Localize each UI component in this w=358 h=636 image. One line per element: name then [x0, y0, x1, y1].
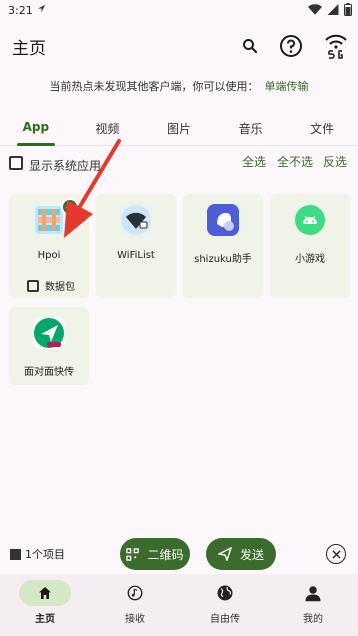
nav-free-transfer-label: 自由传	[210, 614, 240, 625]
nav-receive[interactable]: 接收	[90, 580, 180, 625]
send-label: 发送	[239, 547, 264, 562]
nav-profile[interactable]: 我的	[268, 580, 358, 625]
send-icon	[217, 547, 232, 561]
selected-count-label: 1个项目	[25, 548, 65, 561]
nav-home-label: 主页	[35, 614, 55, 625]
person-icon	[305, 586, 321, 602]
bottom-action-bar: 1个项目 二维码 发送	[0, 538, 358, 570]
nav-profile-indicator	[287, 580, 339, 606]
home-icon	[39, 587, 51, 599]
nav-home-indicator	[19, 580, 71, 606]
globe-icon	[217, 585, 233, 601]
selected-count: 1个项目	[10, 546, 65, 562]
clear-selection-button[interactable]	[326, 544, 346, 564]
bottom-navigation: 主页 接收 自由传 我的	[0, 574, 358, 636]
qr-code-label: 二维码	[147, 547, 184, 562]
selection-icon	[10, 548, 21, 560]
nav-home[interactable]: 主页	[0, 580, 90, 625]
nav-free-transfer-indicator	[199, 580, 251, 606]
music-disc-icon	[127, 585, 143, 601]
close-icon	[331, 549, 341, 559]
nav-free-transfer[interactable]: 自由传	[180, 580, 270, 625]
nav-receive-indicator	[109, 580, 161, 606]
qr-code-icon	[126, 547, 140, 561]
send-button[interactable]: 发送	[206, 538, 276, 570]
nav-profile-label: 我的	[303, 614, 323, 625]
qr-code-button[interactable]: 二维码	[120, 538, 190, 570]
nav-receive-label: 接收	[125, 614, 145, 625]
